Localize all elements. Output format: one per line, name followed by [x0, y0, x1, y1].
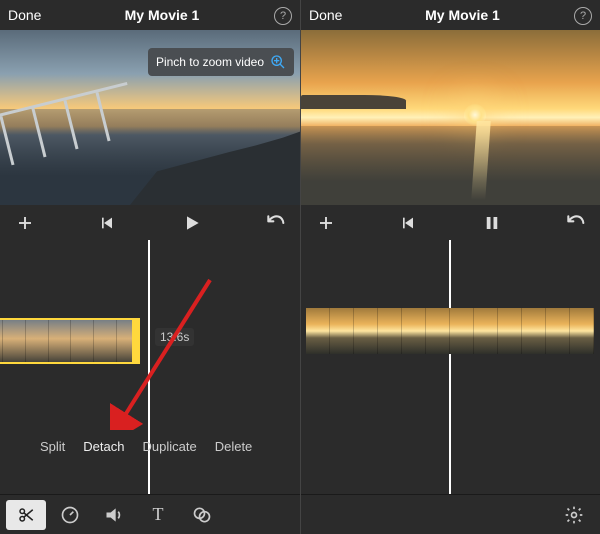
- clip-edit-menu: Split Detach Duplicate Delete: [40, 439, 280, 454]
- scissors-tool[interactable]: [6, 500, 46, 530]
- settings-button[interactable]: [554, 500, 594, 530]
- duplicate-button[interactable]: Duplicate: [143, 439, 197, 454]
- timeline[interactable]: [301, 240, 600, 494]
- speed-tool[interactable]: [50, 500, 90, 530]
- video-preview[interactable]: Pinch to zoom video: [0, 30, 300, 205]
- selected-clip[interactable]: [0, 318, 140, 364]
- transport-bar: [0, 205, 300, 240]
- video-preview[interactable]: [301, 30, 600, 205]
- bottom-toolbar: [301, 494, 600, 534]
- playhead[interactable]: [449, 240, 451, 494]
- help-icon: ?: [274, 7, 292, 25]
- play-button[interactable]: [181, 212, 203, 234]
- top-bar: Done My Movie 1 ?: [301, 0, 600, 30]
- pause-button[interactable]: [481, 212, 503, 234]
- zoom-in-icon: [270, 54, 286, 70]
- delete-button[interactable]: Delete: [215, 439, 253, 454]
- split-button[interactable]: Split: [40, 439, 65, 454]
- detach-button[interactable]: Detach: [83, 439, 124, 454]
- timeline[interactable]: 13.6s Split Detach Duplicate Delete: [0, 240, 300, 494]
- project-title: My Movie 1: [56, 7, 268, 23]
- help-button[interactable]: ?: [568, 6, 592, 25]
- titles-tool[interactable]: T: [138, 500, 178, 530]
- playhead[interactable]: [148, 240, 150, 494]
- undo-button[interactable]: [264, 212, 286, 234]
- help-icon: ?: [574, 7, 592, 25]
- skip-start-button[interactable]: [97, 212, 119, 234]
- clip-duration-label: 13.6s: [155, 328, 194, 346]
- project-title: My Movie 1: [357, 7, 568, 23]
- undo-button[interactable]: [564, 212, 586, 234]
- add-media-button[interactable]: [14, 212, 36, 234]
- done-button[interactable]: Done: [8, 7, 56, 23]
- volume-tool[interactable]: [94, 500, 134, 530]
- skip-start-button[interactable]: [398, 212, 420, 234]
- done-button[interactable]: Done: [309, 7, 357, 23]
- editor-left-pane: Done My Movie 1 ? Pinch to zoom video: [0, 0, 300, 534]
- zoom-tooltip: Pinch to zoom video: [148, 48, 294, 76]
- editor-right-pane: Done My Movie 1 ?: [300, 0, 600, 534]
- transport-bar: [301, 205, 600, 240]
- filters-tool[interactable]: [182, 500, 222, 530]
- help-button[interactable]: ?: [268, 6, 292, 25]
- add-media-button[interactable]: [315, 212, 337, 234]
- bottom-toolbar: T: [0, 494, 300, 534]
- tooltip-text: Pinch to zoom video: [156, 55, 264, 69]
- clip[interactable]: [306, 308, 594, 354]
- top-bar: Done My Movie 1 ?: [0, 0, 300, 30]
